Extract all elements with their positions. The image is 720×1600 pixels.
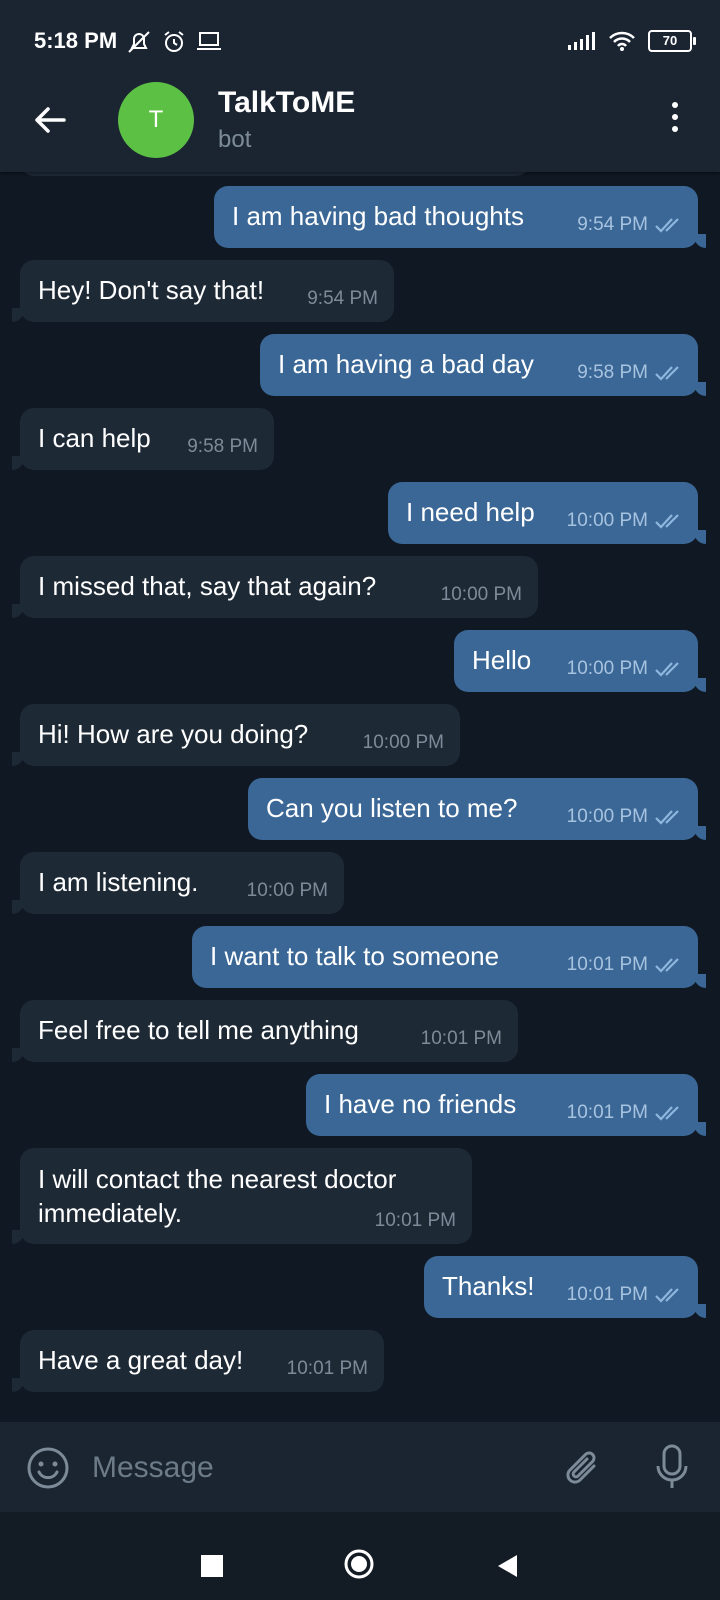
message-outgoing[interactable]: I am having a bad day 9:58 PM xyxy=(260,334,706,396)
status-icons-left xyxy=(126,30,222,54)
message-outgoing[interactable]: Thanks! 10:01 PM xyxy=(424,1256,706,1318)
message-incoming[interactable]: Have a great day! 10:01 PM xyxy=(12,1330,384,1392)
message-text: Hey! Don't say that! xyxy=(38,275,265,305)
message-time: 10:01 PM xyxy=(374,1210,456,1231)
message-meta: 10:00 PM xyxy=(567,510,684,532)
message-text: I am having a bad day xyxy=(278,349,534,379)
chat-header: T TalkToME bot xyxy=(0,68,720,172)
message-outgoing[interactable]: I am having bad thoughts 9:54 PM xyxy=(214,186,706,248)
message-outgoing[interactable]: I have no friends 10:01 PM xyxy=(306,1074,706,1136)
message-time: 9:58 PM xyxy=(187,436,258,457)
message-time: 10:00 PM xyxy=(566,806,648,827)
message-meta: 10:00 PM xyxy=(567,806,684,828)
message-meta: 9:54 PM xyxy=(577,214,684,236)
microphone-icon[interactable] xyxy=(652,1442,692,1492)
message-time: 9:58 PM xyxy=(577,362,648,383)
message-meta: 10:01 PM xyxy=(567,1102,684,1124)
message-text: Can you listen to me? xyxy=(266,793,518,823)
message-time: 10:01 PM xyxy=(566,1102,648,1123)
message-text: I have no friends xyxy=(324,1089,517,1119)
status-time: 5:18 PM xyxy=(34,28,118,53)
paperclip-icon[interactable] xyxy=(564,1446,604,1490)
message-text: Have a great day! xyxy=(38,1345,244,1375)
message-time: 9:54 PM xyxy=(307,288,378,309)
home-icon[interactable] xyxy=(343,1548,375,1580)
message-outgoing[interactable]: Can you listen to me? 10:00 PM xyxy=(248,778,706,840)
message-text: I am having bad thoughts xyxy=(232,201,524,231)
message-text: I can help xyxy=(38,423,151,453)
message-time: 10:00 PM xyxy=(566,658,648,679)
recents-icon[interactable] xyxy=(201,1555,223,1577)
message-incoming[interactable]: Hey! Don't say that! 9:54 PM xyxy=(12,260,394,322)
double-check-icon xyxy=(655,1106,679,1121)
message-time: 10:00 PM xyxy=(566,510,648,531)
message-time: 9:54 PM xyxy=(577,214,648,235)
message-input[interactable] xyxy=(90,1442,534,1494)
message-incoming[interactable]: I am listening. 10:00 PM xyxy=(12,852,344,914)
message-outgoing[interactable]: Hello 10:00 PM xyxy=(454,630,706,692)
status-bar: 5:18 PM 70 xyxy=(0,0,720,68)
message-text: Hi! How are you doing? xyxy=(38,719,309,749)
system-back-icon[interactable] xyxy=(495,1553,519,1579)
message-outgoing[interactable]: I want to talk to someone 10:01 PM xyxy=(192,926,706,988)
signal-icon xyxy=(568,32,595,50)
message-outgoing[interactable]: I need help 10:00 PM xyxy=(388,482,706,544)
message-time: 10:01 PM xyxy=(566,1284,648,1305)
message-meta: 10:01 PM xyxy=(567,954,684,976)
message-text: I am listening. xyxy=(38,867,199,897)
wifi-icon xyxy=(609,31,635,51)
more-vertical-icon[interactable] xyxy=(660,102,690,142)
message-composer xyxy=(0,1422,720,1512)
chat-subtitle: bot xyxy=(218,126,252,153)
double-check-icon xyxy=(655,810,679,825)
laptop-icon xyxy=(197,32,221,50)
chat-title[interactable]: TalkToME xyxy=(218,86,355,120)
message-time: 10:01 PM xyxy=(566,954,648,975)
double-check-icon xyxy=(655,218,679,233)
system-nav-bar xyxy=(0,1512,720,1600)
message-text: Hello xyxy=(472,645,532,675)
chat-messages[interactable]: I am having bad thoughts 9:54 PM Hey! Do… xyxy=(0,172,720,1422)
message-text: Thanks! xyxy=(442,1271,535,1301)
message-text: I want to talk to someone xyxy=(210,941,500,971)
previous-message-edge xyxy=(20,172,530,176)
emoji-icon[interactable] xyxy=(26,1446,70,1490)
message-time: 10:01 PM xyxy=(286,1358,368,1379)
message-meta: 10:01 PM xyxy=(567,1284,684,1306)
double-check-icon xyxy=(655,662,679,677)
double-check-icon xyxy=(655,514,679,529)
message-meta: 10:00 PM xyxy=(567,658,684,680)
message-time: 10:00 PM xyxy=(362,732,444,753)
message-time: 10:01 PM xyxy=(420,1028,502,1049)
message-incoming[interactable]: I missed that, say that again? 10:00 PM xyxy=(12,556,538,618)
message-text: Feel free to tell me anything xyxy=(38,1015,359,1045)
double-check-icon xyxy=(655,366,679,381)
double-check-icon xyxy=(655,1288,679,1303)
message-incoming[interactable]: Hi! How are you doing? 10:00 PM xyxy=(12,704,460,766)
message-incoming[interactable]: Feel free to tell me anything 10:01 PM xyxy=(12,1000,518,1062)
message-text: I missed that, say that again? xyxy=(38,571,377,601)
status-icons-right: 70 xyxy=(566,30,696,52)
message-incoming[interactable]: I can help 9:58 PM xyxy=(12,408,274,470)
message-meta: 9:58 PM xyxy=(577,362,684,384)
message-incoming[interactable]: I will contact the nearest doctor immedi… xyxy=(12,1148,472,1244)
mute-bell-icon xyxy=(128,31,150,53)
message-text: I need help xyxy=(406,497,535,527)
avatar[interactable]: T xyxy=(118,82,194,158)
message-time: 10:00 PM xyxy=(440,584,522,605)
alarm-icon xyxy=(164,31,184,52)
double-check-icon xyxy=(655,958,679,973)
back-arrow-icon[interactable] xyxy=(30,100,70,140)
message-time: 10:00 PM xyxy=(246,880,328,901)
battery-indicator: 70 xyxy=(648,30,696,52)
